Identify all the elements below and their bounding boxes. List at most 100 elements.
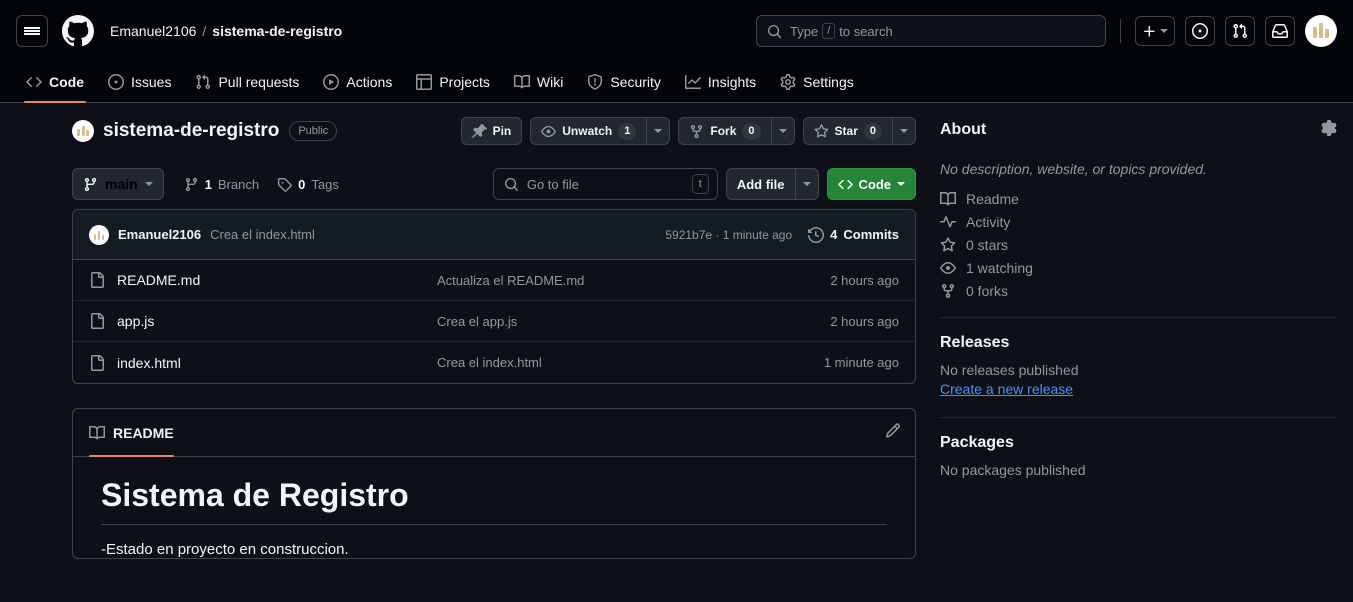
tab-insights[interactable]: Insights	[675, 62, 766, 102]
commits-link[interactable]: 4 Commits	[808, 226, 899, 243]
tab-actions[interactable]: Actions	[313, 62, 402, 102]
commits-count: 4	[830, 227, 838, 242]
star-button[interactable]: Star 0	[802, 117, 892, 145]
chevron-down-icon	[778, 129, 787, 133]
github-logo-icon[interactable]	[62, 15, 94, 47]
tab-wiki[interactable]: Wiki	[504, 62, 573, 102]
page-body: sistema-de-registro Public Pin Unwatch 1	[0, 103, 1353, 559]
tab-security[interactable]: Security	[577, 62, 671, 102]
pin-button[interactable]: Pin	[460, 117, 523, 145]
divider	[940, 417, 1337, 418]
commit-message[interactable]: Crea el index.html	[210, 227, 315, 242]
star-dropdown-button[interactable]	[892, 117, 916, 145]
chevron-down-icon	[900, 129, 908, 133]
breadcrumb-owner[interactable]: Emanuel2106	[110, 23, 196, 39]
code-button[interactable]: Code	[826, 168, 916, 200]
file-commit-message[interactable]: Actualiza el README.md	[437, 273, 830, 288]
file-icon	[91, 272, 104, 288]
branches-link[interactable]: 1 Branch	[184, 177, 259, 192]
commit-time: 1 minute ago	[722, 227, 793, 242]
releases-section: Releases No releases published Create a …	[940, 334, 1337, 399]
sidebar-item-forks[interactable]: 0 forks	[940, 283, 1337, 299]
sidebar-item-readme[interactable]: Readme	[940, 191, 1337, 207]
unwatch-button[interactable]: Unwatch 1	[530, 117, 647, 145]
packages-title: Packages	[940, 434, 1014, 451]
add-file-button[interactable]: Add file	[725, 168, 795, 200]
chevron-down-icon	[802, 182, 811, 186]
repo-actions: Pin Unwatch 1 Fork 0 Star 0	[460, 117, 916, 145]
file-name: index.html	[117, 354, 181, 371]
tab-projects[interactable]: Projects	[406, 62, 500, 102]
tab-readme[interactable]: README	[89, 409, 174, 457]
tags-link[interactable]: 0 Tags	[277, 177, 339, 192]
branch-count-label: Branch	[217, 176, 260, 192]
gear-icon	[780, 74, 796, 90]
tab-settings[interactable]: Settings	[770, 62, 864, 102]
edit-readme-button[interactable]	[885, 422, 901, 443]
sidebar-item-watching[interactable]: 1 watching	[940, 260, 1337, 276]
play-icon	[323, 74, 340, 90]
tab-code[interactable]: Code	[16, 62, 94, 103]
history-icon	[808, 226, 825, 243]
sidebar: About No description, website, or topics…	[940, 103, 1337, 559]
add-file-dropdown-button[interactable]	[794, 168, 819, 200]
search-input[interactable]: Type / to search	[756, 15, 1106, 47]
about-settings-gear-icon[interactable]	[1321, 119, 1337, 141]
commit-author[interactable]: Emanuel2106	[118, 227, 201, 242]
go-to-file-input[interactable]: Go to file t	[492, 168, 718, 200]
chevron-down-icon	[897, 182, 905, 186]
table-row[interactable]: app.js Crea el app.js 2 hours ago	[73, 301, 915, 342]
table-row[interactable]: index.html Crea el index.html 1 minute a…	[73, 342, 915, 383]
commit-author-avatar[interactable]	[89, 224, 109, 245]
tab-issues[interactable]: Issues	[98, 62, 181, 102]
file-commit-message[interactable]: Crea el index.html	[437, 355, 824, 370]
search-placeholder: Type / to search	[790, 23, 893, 39]
pin-label: Pin	[492, 124, 512, 138]
latest-commit-bar: Emanuel2106 Crea el index.html 5921b7e ·…	[73, 210, 915, 260]
branch-name: main	[105, 176, 138, 192]
notifications-button[interactable]	[1265, 16, 1295, 46]
fork-button[interactable]: Fork 0	[678, 117, 771, 145]
page-title[interactable]: sistema-de-registro	[103, 120, 279, 142]
commit-hash[interactable]: 5921b7e	[665, 228, 712, 242]
chevron-down-icon	[1160, 29, 1168, 33]
issues-button[interactable]	[1185, 16, 1215, 46]
watch-dropdown-button[interactable]	[646, 117, 671, 145]
tab-insights-label: Insights	[707, 74, 757, 90]
branch-selector[interactable]: main	[72, 168, 164, 200]
file-name-cell[interactable]: app.js	[89, 313, 437, 329]
branch-row: main 1 Branch 0 Tags Go to file t Add fi…	[72, 159, 916, 209]
eye-icon	[541, 125, 557, 137]
table-row[interactable]: README.md Actualiza el README.md 2 hours…	[73, 260, 915, 301]
search-icon	[767, 24, 782, 38]
code-button-label: Code	[858, 176, 892, 192]
user-avatar[interactable]	[1305, 15, 1337, 47]
about-header: About	[940, 111, 1337, 149]
sidebar-item-activity[interactable]: Activity	[940, 214, 1337, 230]
file-name-cell[interactable]: index.html	[89, 354, 437, 371]
status-badge: Public	[289, 121, 338, 141]
file-time: 1 minute ago	[823, 355, 899, 370]
sidebar-item-stars[interactable]: 0 stars	[940, 237, 1337, 253]
readme-paragraph: -Estado en proyecto en construccion.	[101, 541, 349, 558]
hamburger-menu-icon[interactable]	[16, 15, 48, 47]
breadcrumb-repo[interactable]: sistema-de-registro	[212, 23, 342, 39]
readme-heading: Sistema de Registro	[101, 477, 887, 525]
star-icon	[940, 237, 956, 252]
chevron-down-icon	[654, 129, 663, 133]
create-new-button[interactable]	[1135, 16, 1175, 46]
file-name-cell[interactable]: README.md	[89, 272, 437, 288]
repo-owner-avatar[interactable]	[72, 120, 94, 142]
file-commit-message[interactable]: Crea el app.js	[437, 314, 830, 329]
tab-code-label: Code	[49, 74, 84, 90]
create-release-link[interactable]: Create a new release	[940, 381, 1073, 397]
add-file-group: Add file	[725, 168, 819, 200]
tab-projects-label: Projects	[439, 74, 490, 90]
tab-pull-requests[interactable]: Pull requests	[185, 62, 309, 102]
fork-dropdown-button[interactable]	[770, 117, 795, 145]
tab-issues-label: Issues	[131, 74, 172, 90]
tab-wiki-label: Wiki	[536, 74, 564, 90]
fork-label: Fork	[710, 124, 737, 138]
pull-requests-button[interactable]	[1225, 16, 1255, 46]
branch-count: 1	[204, 176, 212, 192]
